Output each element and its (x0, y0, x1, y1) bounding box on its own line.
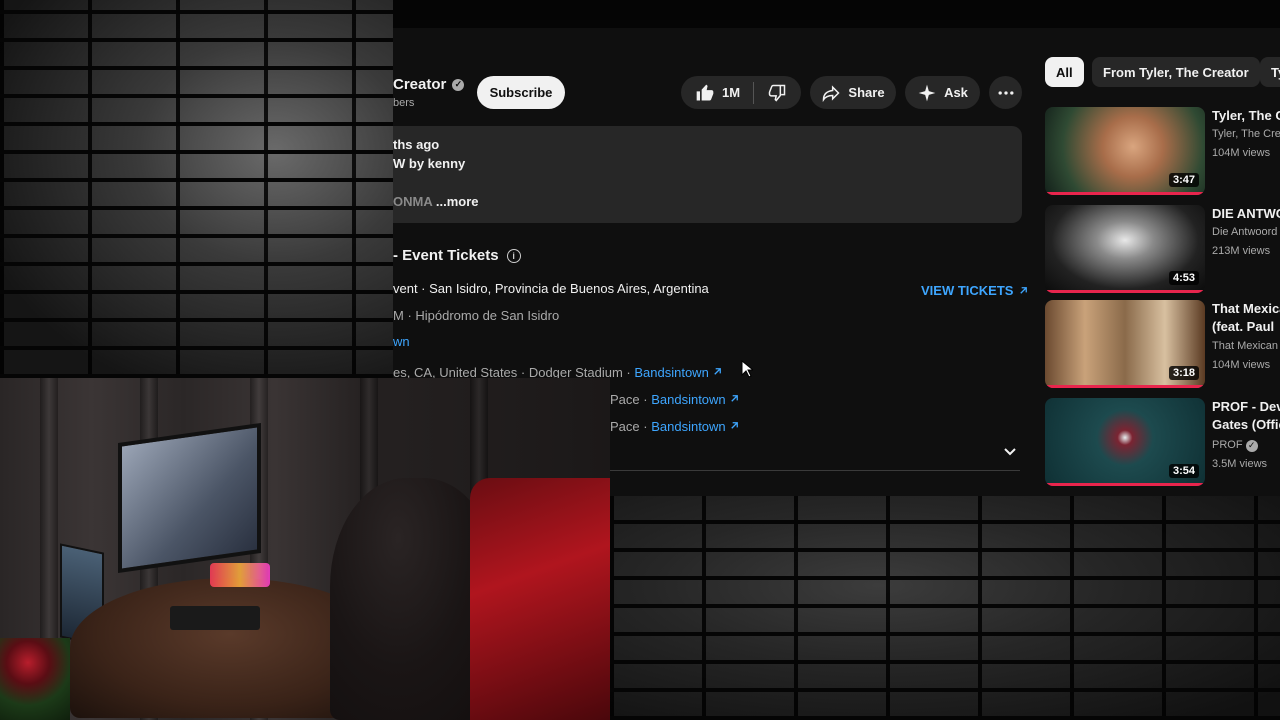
like-divider (753, 81, 755, 104)
share-icon (823, 84, 840, 102)
thumbs-up-icon (696, 84, 714, 100)
recommendation-item[interactable]: 3:18 That Mexica (feat. Paul W That Mexi… (1045, 300, 1280, 388)
event-tickets-title: - Event Tickets (393, 247, 499, 264)
watch-progress-bar (1045, 290, 1205, 293)
plant (0, 638, 70, 720)
view-tickets-button[interactable]: VIEW TICKETS (921, 283, 1029, 298)
dislike-button[interactable] (767, 83, 787, 103)
event-row-text: Pace (610, 419, 640, 434)
rgb-device (210, 563, 270, 587)
video-views: 213M views (1212, 245, 1271, 257)
video-duration: 3:47 (1168, 173, 1199, 187)
watch-progress-bar (1045, 483, 1205, 486)
event-row: Pace · Bandsintown (610, 392, 740, 407)
video-thumbnail[interactable]: 3:54 (1045, 398, 1205, 486)
video-title[interactable]: That Mexica (feat. Paul W (1212, 300, 1280, 338)
video-duration: 3:54 (1168, 464, 1199, 478)
event-row: Pace · Bandsintown (610, 419, 740, 434)
watch-progress-bar (1045, 385, 1205, 388)
brick-wall-background-bottom (610, 496, 1280, 720)
watch-progress-bar (1045, 192, 1205, 195)
ask-label: Ask (944, 85, 968, 100)
thumbs-down-icon (768, 84, 786, 102)
webcam-overlay (0, 378, 610, 720)
event-primary-location: vent · San Isidro, Provincia de Buenos A… (393, 281, 709, 296)
video-thumbnail[interactable]: 3:47 (1045, 107, 1205, 195)
chip-from-channel[interactable]: From Tyler, The Creator (1092, 57, 1260, 87)
channel-name[interactable]: Creator ✓ (393, 76, 465, 93)
description-more-link[interactable]: ...more (436, 194, 479, 209)
chevron-down-icon[interactable] (1002, 443, 1018, 459)
top-bar (393, 0, 1280, 28)
video-views: 104M views (1212, 359, 1271, 371)
video-channel[interactable]: That Mexican (1212, 340, 1278, 352)
monitor (118, 422, 261, 574)
brick-wall-background-top (0, 0, 393, 378)
subscriber-count: bers (393, 97, 415, 109)
video-title[interactable]: DIE ANTWO (1212, 205, 1280, 223)
recommendation-item[interactable]: 3:47 Tyler, The C Tyler, The Cre 104M vi… (1045, 107, 1280, 195)
mouse-cursor-icon (741, 360, 753, 378)
verified-icon: ✓ (452, 78, 465, 91)
bandsintown-link[interactable]: Bandsintown (634, 365, 708, 380)
keyboard (170, 606, 260, 630)
video-duration: 4:53 (1168, 271, 1199, 285)
description-date: ths ago (393, 137, 440, 152)
video-channel[interactable]: PROF ✓ (1212, 439, 1258, 452)
event-tickets-heading: - Event Tickets i (393, 247, 521, 264)
more-actions-button[interactable] (989, 76, 1022, 109)
description-faded-text: ONMA (393, 194, 433, 209)
subscribe-button[interactable]: Subscribe (477, 76, 565, 109)
sparkle-icon (918, 84, 936, 101)
verified-icon: ✓ (1245, 439, 1258, 452)
like-button[interactable]: 1M (695, 83, 740, 103)
video-views: 104M views (1212, 147, 1271, 159)
external-link-icon (714, 368, 722, 375)
event-primary-link[interactable]: wn (393, 334, 410, 349)
video-thumbnail[interactable]: 4:53 (1045, 205, 1205, 293)
description-truncated: ONMA ...more (393, 194, 479, 209)
event-row-text: Pace (610, 392, 640, 407)
description-box[interactable]: ths ago W by kenny ONMA ...more (393, 126, 1022, 223)
share-button[interactable]: Share (810, 76, 896, 109)
video-title[interactable]: PROF - Dev Gates (Offic (1212, 398, 1280, 434)
video-title[interactable]: Tyler, The C (1212, 107, 1280, 125)
view-tickets-label: VIEW TICKETS (921, 283, 1014, 298)
video-thumbnail[interactable]: 3:18 (1045, 300, 1205, 388)
gaming-chair (470, 478, 610, 720)
more-horizontal-icon (998, 90, 1013, 95)
like-count: 1M (721, 85, 741, 100)
ask-button[interactable]: Ask (905, 76, 980, 109)
like-dislike-group: 1M (681, 76, 801, 109)
recommendation-item[interactable]: 4:53 DIE ANTWO Die Antwoord 213M views (1045, 205, 1280, 293)
external-link-icon (731, 395, 739, 402)
event-primary-venue: M · Hipódromo de San Isidro (393, 308, 560, 323)
bandsintown-link[interactable]: Bandsintown (651, 392, 725, 407)
video-duration: 3:18 (1168, 366, 1199, 380)
recommendation-item[interactable]: 3:54 PROF - Dev Gates (Offic PROF ✓ 3.5M… (1045, 398, 1280, 486)
bandsintown-link[interactable]: Bandsintown (651, 419, 725, 434)
external-link-icon (1020, 287, 1028, 294)
channel-name-text[interactable]: Creator (393, 76, 446, 93)
section-divider (610, 470, 1020, 471)
share-label: Share (848, 85, 885, 100)
chip-related[interactable]: Ty (1260, 57, 1280, 87)
video-channel-name[interactable]: PROF (1212, 439, 1243, 451)
description-text: W by kenny (393, 156, 466, 171)
video-channel[interactable]: Die Antwoord (1212, 226, 1277, 238)
video-channel[interactable]: Tyler, The Cre (1212, 128, 1280, 140)
external-link-icon (731, 422, 739, 429)
chip-all[interactable]: All (1045, 57, 1084, 87)
video-views: 3.5M views (1212, 458, 1268, 470)
info-icon[interactable]: i (506, 248, 521, 263)
